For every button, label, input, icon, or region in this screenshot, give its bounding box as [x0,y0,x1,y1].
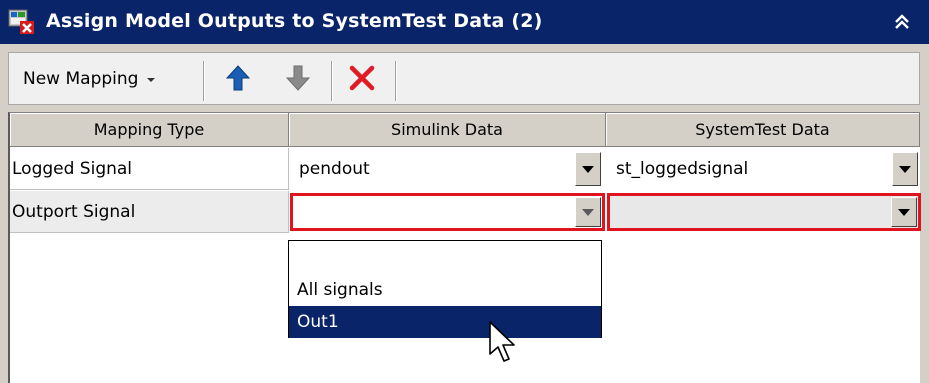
delete-button[interactable] [345,63,379,97]
simulink-data-combo[interactable]: pendout [291,150,603,188]
new-mapping-button[interactable]: New Mapping [23,61,156,97]
app-icon [8,9,36,35]
systemtest-data-value: st_loggedsignal [616,159,749,179]
chevron-down-icon[interactable] [575,197,601,227]
dropdown-option-all-signals[interactable]: All signals [289,274,601,306]
simulink-data-combo-error[interactable] [290,193,605,231]
toolbar: New Mapping [8,52,920,105]
toolbar-separator [331,61,333,101]
dropdown-option-empty[interactable] [289,242,601,274]
double-chevron-up-icon[interactable] [890,10,914,34]
arrow-down-icon [285,64,311,96]
title-bar: Assign Model Outputs to SystemTest Data … [0,0,929,44]
dropdown-option-out1[interactable]: Out1 [289,306,601,338]
column-header-simulink-data[interactable]: Simulink Data [289,113,606,147]
small-triangle-down-icon [146,69,156,89]
new-mapping-label: New Mapping [23,69,139,89]
toolbar-separator [203,61,205,101]
chevron-down-icon[interactable] [892,152,918,186]
simulink-data-dropdown-list: All signals Out1 [288,240,602,338]
move-down-button[interactable] [281,63,315,97]
systemtest-data-combo-error[interactable] [607,193,921,231]
arrow-up-icon [225,64,251,96]
column-header-systemtest-data[interactable]: SystemTest Data [606,113,920,147]
chevron-down-icon[interactable] [891,197,917,227]
window-title: Assign Model Outputs to SystemTest Data … [46,10,543,32]
table-row-mapping-type[interactable]: Outport Signal [10,191,289,233]
toolbar-separator [395,61,397,101]
chevron-down-icon[interactable] [575,152,601,186]
panel-frame: Assign Model Outputs to SystemTest Data … [0,0,929,383]
column-header-mapping-type[interactable]: Mapping Type [10,113,289,147]
red-x-icon [348,64,376,96]
systemtest-data-combo[interactable]: st_loggedsignal [608,150,920,188]
simulink-data-value: pendout [299,159,370,179]
table-row-mapping-type[interactable]: Logged Signal [10,148,289,190]
mouse-pointer-icon [488,320,518,366]
move-up-button[interactable] [221,63,255,97]
